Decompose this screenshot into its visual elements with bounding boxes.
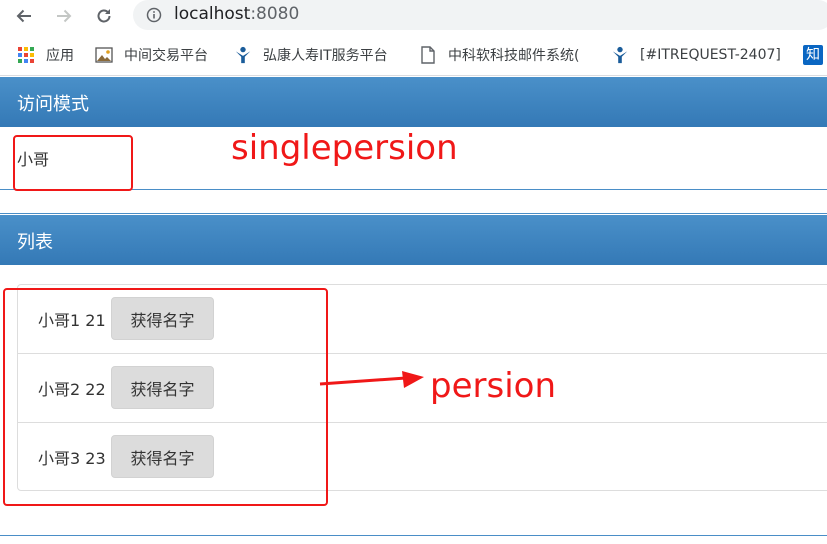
arrow-right-icon [57, 9, 72, 23]
url-port: :8080 [250, 4, 300, 24]
forward-button[interactable] [51, 3, 77, 29]
bookmark-apps[interactable]: 应用 [17, 45, 74, 65]
bookmark-label: [#ITREQUEST-2407] [640, 47, 781, 63]
bookmark-itrequest[interactable]: [#ITREQUEST-2407] [611, 45, 781, 65]
bookmark-label: 弘康人寿IT服务平台 [263, 48, 388, 64]
bookmark-it-service[interactable]: 弘康人寿IT服务平台 [234, 45, 388, 65]
access-mode-title: 访问模式 [17, 94, 89, 115]
annotation-box-list [3, 288, 328, 506]
support-person-icon [611, 46, 629, 64]
browser-toolbar: localhost:8080 [0, 0, 827, 32]
bookmark-label: 中科软科技邮件系统( [448, 48, 580, 64]
url-host: localhost [174, 4, 251, 24]
bookmark-label: 中间交易平台 [124, 48, 208, 64]
address-bar[interactable]: localhost:8080 [133, 0, 827, 30]
zhihu-icon: 知 [803, 45, 823, 65]
url-text: localhost:8080 [174, 4, 299, 24]
divider [0, 213, 827, 214]
bookmark-zhihu[interactable]: 知 [803, 45, 823, 65]
bookmarks-bar: 应用 中间交易平台 弘康人寿IT服务平台 中科软科技邮件系统( [#ITREQU… [0, 32, 827, 76]
annotation-label-list: persion [430, 366, 556, 406]
annotation-box-single [13, 135, 133, 191]
annotation-label-single: singlepersion [231, 128, 458, 168]
divider [0, 535, 827, 536]
image-icon [95, 46, 113, 64]
bookmark-mail-system[interactable]: 中科软科技邮件系统( [419, 45, 579, 65]
back-button[interactable] [11, 3, 37, 29]
apps-grid-icon [17, 46, 35, 64]
info-icon[interactable] [146, 7, 162, 23]
list-header: 列表 [0, 215, 827, 265]
access-mode-header: 访问模式 [0, 77, 827, 127]
bookmark-label: 应用 [46, 48, 74, 64]
reload-button[interactable] [91, 3, 117, 29]
support-person-icon [234, 46, 252, 64]
bookmark-trading-platform[interactable]: 中间交易平台 [95, 45, 208, 65]
reload-icon [97, 9, 111, 23]
annotation-arrow-icon [319, 371, 424, 388]
arrow-left-icon [16, 9, 31, 23]
list-title: 列表 [17, 232, 53, 253]
page-icon [419, 46, 437, 64]
